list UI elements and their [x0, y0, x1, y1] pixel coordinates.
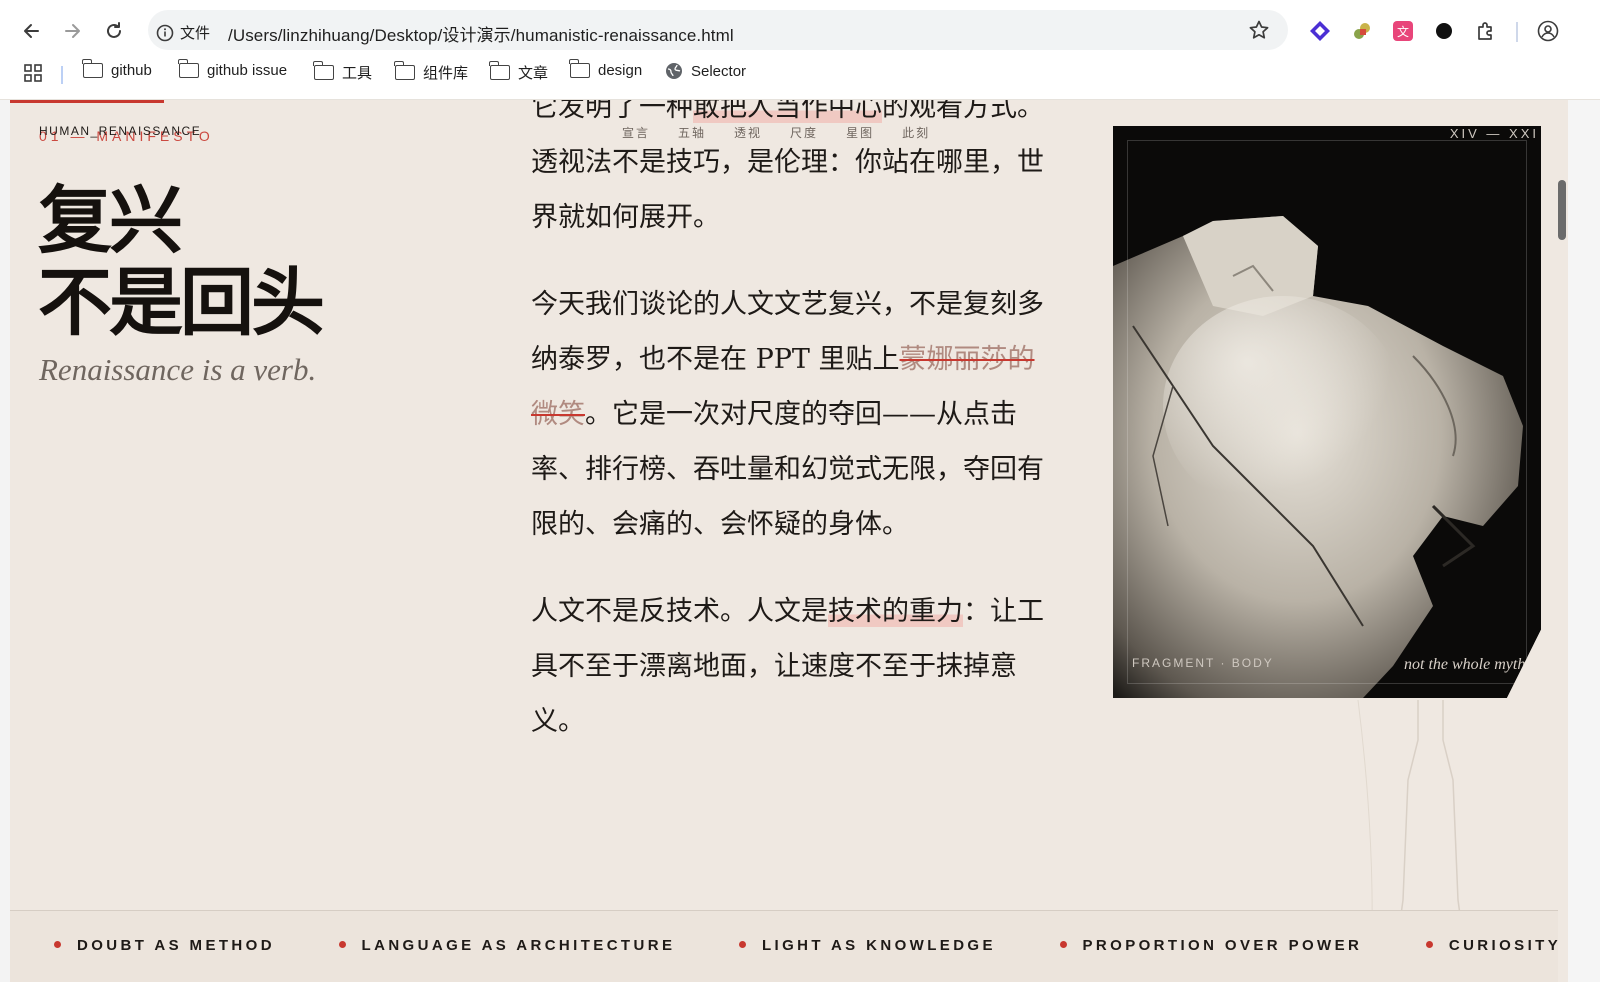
- forward-arrow-icon: [65, 24, 80, 38]
- address-bar[interactable]: 文件 /Users/linzhihuang/Desktop/设计演示/human…: [148, 10, 1288, 50]
- bookmark-label: 文章: [518, 65, 549, 82]
- bullet-dot-icon: [1425, 941, 1433, 948]
- profile-avatar-icon[interactable]: [1535, 18, 1561, 44]
- page-title: 复兴 不是回头: [38, 178, 325, 346]
- bullet-dot-icon: [738, 941, 746, 948]
- bookmark-articles[interactable]: 文章: [489, 61, 549, 83]
- principle-item: CURIOSITY: [1425, 937, 1561, 954]
- sculpture-figure: XIV — XXI FRAGMENT · BODY not the whole …: [1113, 126, 1541, 698]
- paragraph: 今天我们谈论的人文文艺复兴，不是复刻多纳泰罗，也不是在 PPT 里贴上蒙娜丽莎的…: [531, 289, 1044, 540]
- principle-item: DOUBT AS METHOD: [54, 937, 275, 954]
- bullet-dot-icon: [1059, 941, 1067, 948]
- principle-item: LIGHT AS KNOWLEDGE: [738, 937, 996, 954]
- browser-chrome: 文件 /Users/linzhihuang/Desktop/设计演示/human…: [0, 0, 1600, 100]
- bookmarks-bar: github github issue 工具 组件库 文章 design Sel…: [0, 58, 1600, 90]
- window-edge-right: [1568, 100, 1600, 982]
- folder-icon: [569, 59, 590, 78]
- bullet-dot-icon: [338, 941, 346, 948]
- bookmark-label: 工具: [342, 65, 373, 82]
- forward-button[interactable]: [57, 16, 87, 46]
- title-line-2: 不是回头: [38, 260, 325, 346]
- site-info-label: 文件: [180, 24, 211, 42]
- reload-icon: [107, 22, 121, 38]
- highlight-text: 敢把人当作中心: [693, 100, 882, 123]
- title-line-1: 复兴: [38, 178, 183, 264]
- extensions-puzzle-icon[interactable]: [1473, 18, 1499, 44]
- folder-icon: [489, 61, 510, 80]
- bookmark-components[interactable]: 组件库: [394, 61, 469, 83]
- bookmark-label: Selector: [691, 62, 747, 80]
- bookmark-design[interactable]: design: [569, 59, 643, 79]
- reading-progress-bar: [10, 100, 164, 103]
- bookmark-github[interactable]: github: [82, 59, 152, 79]
- figure-caption: FRAGMENT · BODY: [1132, 656, 1274, 670]
- folder-icon: [178, 59, 199, 78]
- bookmark-label: github issue: [207, 62, 288, 79]
- principles-marquee: DOUBT AS METHOD LANGUAGE AS ARCHITECTURE…: [54, 937, 1568, 954]
- bookmark-github-issue[interactable]: github issue: [178, 59, 288, 79]
- bookmark-tools[interactable]: 工具: [313, 61, 373, 83]
- toolbar-divider: [1516, 22, 1518, 42]
- page-subtitle: Renaissance is a verb.: [39, 352, 317, 387]
- figure-quote: not the whole myth: [1404, 656, 1526, 673]
- extension-dot-icon[interactable]: [1431, 18, 1457, 44]
- folder-icon: [394, 61, 415, 80]
- folder-icon: [82, 59, 103, 78]
- principle-item: LANGUAGE AS ARCHITECTURE: [338, 937, 676, 954]
- window-edge-left: [0, 100, 10, 982]
- back-button[interactable]: [17, 16, 47, 46]
- bullet-dot-icon: [54, 941, 61, 948]
- principles-footer: DOUBT AS METHOD LANGUAGE AS ARCHITECTURE…: [10, 910, 1568, 982]
- info-icon: [156, 24, 174, 41]
- extension-translate-icon[interactable]: 文: [1390, 18, 1416, 44]
- apps-grid-button[interactable]: [24, 64, 42, 82]
- folder-icon: [313, 61, 334, 80]
- principle-item: PROPORTION OVER POWER: [1059, 937, 1363, 954]
- extension-diamond-icon[interactable]: [1307, 18, 1333, 44]
- highlight-text: 技术的重力: [828, 596, 963, 627]
- bookmark-selector[interactable]: Selector: [665, 62, 746, 80]
- extension-puzzle-green-icon[interactable]: [1349, 18, 1375, 44]
- paragraph: 人文不是反技术。人文是技术的重力：让工具不至于漂离地面，让速度不至于抹掉意义。: [531, 596, 1044, 737]
- paragraph: 它发明了一种敢把人当作中心的观看方式。透视法不是技巧，是伦理：你站在哪里，世界就…: [531, 100, 1051, 245]
- page-content: 01 — MANIFESTO HUMAN_RENAISSANCE 复兴 不是回头…: [10, 100, 1568, 982]
- bookmark-label: github: [111, 62, 152, 79]
- bookmarks-divider: [61, 66, 63, 84]
- url-text[interactable]: /Users/linzhihuang/Desktop/设计演示/humanist…: [228, 21, 734, 46]
- figure-era-label: XIV — XXI: [1449, 126, 1539, 141]
- bookmark-label: design: [598, 62, 643, 79]
- back-arrow-icon: [24, 24, 39, 38]
- reload-button[interactable]: [99, 16, 129, 46]
- svg-text:文: 文: [1397, 24, 1409, 39]
- bookmark-star-icon[interactable]: [1248, 19, 1270, 41]
- globe-icon: [666, 63, 682, 79]
- article-body: 它发明了一种敢把人当作中心的观看方式。透视法不是技巧，是伦理：你站在哪里，世界就…: [531, 100, 1051, 781]
- apps-grid-icon: [24, 64, 42, 82]
- page-scrollbar-thumb[interactable]: [1558, 180, 1566, 240]
- site-eyebrow: HUMAN_RENAISSANCE: [39, 124, 202, 138]
- bookmark-label: 组件库: [423, 65, 469, 82]
- figure-frame: [1127, 140, 1527, 684]
- site-info-button[interactable]: 文件: [156, 22, 210, 43]
- browser-toolbar: 文件 /Users/linzhihuang/Desktop/设计演示/human…: [0, 8, 1600, 54]
